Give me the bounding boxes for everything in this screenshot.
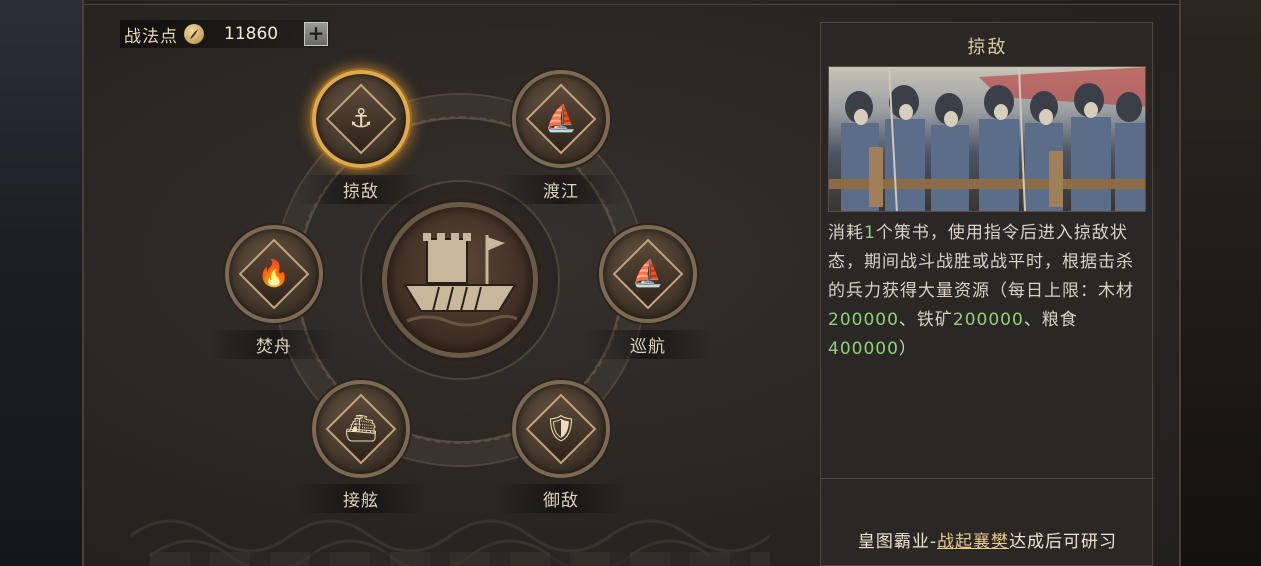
unlock-suffix: 达成后可研习 bbox=[1009, 532, 1118, 552]
skill-label-fen-zhou: 焚舟 bbox=[209, 330, 339, 359]
skill-node-xun-hang[interactable]: ⛵ bbox=[599, 225, 697, 323]
burning-ship-icon: 🔥 bbox=[257, 259, 291, 289]
skill-node-fen-zhou[interactable]: 🔥 bbox=[225, 225, 323, 323]
skill-label-lue-di: 掠敌 bbox=[296, 175, 426, 204]
skill-label-du-jiang: 渡江 bbox=[496, 175, 626, 204]
desc-number: 200000 bbox=[952, 310, 1024, 330]
warship-icon bbox=[382, 202, 538, 358]
background-right bbox=[1181, 0, 1261, 566]
skill-description: 消耗1个策书，使用指令后进入掠敌状态，期间战斗战胜或战平时，根据击杀的兵力获得大… bbox=[828, 219, 1150, 364]
detail-title: 掠敌 bbox=[967, 37, 1008, 58]
add-points-button[interactable]: + bbox=[304, 22, 328, 46]
detail-divider bbox=[821, 478, 1154, 479]
panel-top-border bbox=[84, 4, 1179, 5]
unlock-quest-link[interactable]: 战起襄樊 bbox=[937, 532, 1009, 552]
skill-label-xun-hang: 巡航 bbox=[583, 330, 713, 359]
skill-node-du-jiang[interactable]: ⛵ bbox=[512, 70, 610, 168]
skill-detail-panel: 掠敌 消耗1个策书，使用指令后进入掠敌状态，期间战斗战胜或战平时，根据击杀的兵力… bbox=[820, 22, 1154, 566]
background-left bbox=[0, 0, 82, 566]
desc-text: 、粮食 bbox=[1023, 310, 1078, 330]
wave-decoration bbox=[130, 519, 770, 566]
desc-text: 、铁矿 bbox=[898, 310, 953, 330]
anchor-chain-icon: ⚓ bbox=[349, 104, 373, 134]
sailing-ship-icon: ⛵ bbox=[631, 259, 665, 289]
junk-ship-icon: ⛵ bbox=[544, 104, 578, 134]
desc-number: 200000 bbox=[828, 310, 899, 330]
desc-number: 1 bbox=[864, 223, 876, 243]
desc-text: ） bbox=[898, 339, 917, 359]
skill-points-bar: 战法点 11860 + bbox=[120, 20, 330, 48]
skill-points-label: 战法点 bbox=[124, 26, 178, 47]
bottom-ornament bbox=[150, 552, 770, 566]
quill-coin-icon bbox=[184, 24, 204, 44]
unlock-requirement: 皇图霸业-战起襄樊达成后可研习 bbox=[821, 527, 1154, 552]
soldiers-illustration bbox=[828, 66, 1146, 212]
desc-text: 消耗 bbox=[828, 223, 864, 243]
skill-points-value: 11860 bbox=[224, 24, 279, 44]
desc-number: 400000 bbox=[828, 339, 899, 359]
unlock-prefix: 皇图霸业- bbox=[857, 532, 938, 552]
skill-node-lue-di[interactable]: ⚓ bbox=[312, 70, 410, 168]
